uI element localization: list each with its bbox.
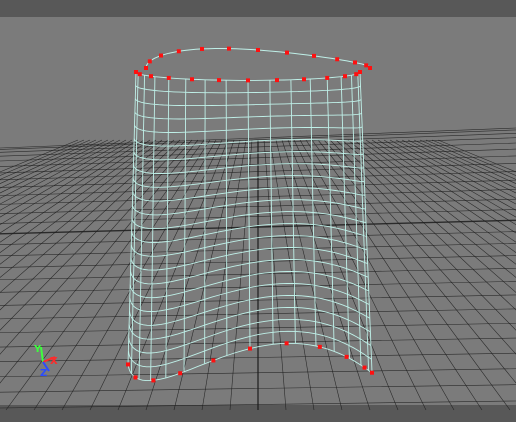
cv-point <box>274 78 279 83</box>
cv-point <box>200 46 204 51</box>
cv-point <box>134 70 138 74</box>
cv-point <box>335 57 340 62</box>
cv-point <box>325 75 330 80</box>
cv-point <box>256 48 260 52</box>
cv-point <box>302 77 306 82</box>
grid-line <box>359 139 516 253</box>
grid-line <box>0 139 193 355</box>
grid-line <box>0 139 79 173</box>
cv-point <box>362 365 367 370</box>
cv-point <box>284 341 289 346</box>
cv-point <box>144 66 148 70</box>
cv-point <box>246 78 250 83</box>
grid-line <box>0 139 115 199</box>
grid-line <box>0 139 139 226</box>
view-axis-indicator: Y X Z <box>33 344 58 379</box>
cv-point <box>217 78 222 83</box>
viewport-window: Y X Z <box>0 0 516 422</box>
cv-point <box>126 362 130 367</box>
grid-line <box>5 139 205 411</box>
grid-line <box>287 139 399 411</box>
surface-isoparm-v <box>359 71 373 373</box>
grid-line <box>263 139 287 411</box>
cv-point <box>176 49 181 54</box>
cv-point <box>284 50 289 55</box>
axis-y-label: Y <box>33 344 42 355</box>
cv-point <box>354 72 359 77</box>
cv-point <box>248 346 252 351</box>
axis-x-label: X <box>50 356 58 367</box>
cv-point <box>358 70 362 74</box>
viewport-canvas[interactable]: Y X Z <box>0 0 516 422</box>
cv-point <box>190 77 194 82</box>
cv-point <box>342 74 347 79</box>
axis-y-line <box>40 346 44 363</box>
cv-point <box>211 358 216 363</box>
cv-point <box>133 375 138 380</box>
cv-point <box>368 66 372 70</box>
cv-point <box>149 74 154 79</box>
axis-z-label: Z <box>40 368 47 379</box>
grid-line <box>311 139 511 411</box>
cv-point <box>312 53 316 58</box>
cv-point <box>364 63 369 68</box>
cv-point <box>317 344 322 349</box>
grid-line <box>269 139 315 411</box>
ground-grid <box>0 127 516 411</box>
cv-point <box>159 53 164 58</box>
cv-point <box>147 59 152 64</box>
cv-point <box>166 75 171 80</box>
cv-point <box>227 46 232 51</box>
cv-point <box>178 371 183 376</box>
grid-line <box>0 139 187 331</box>
grid-line <box>0 139 199 384</box>
cv-point <box>352 60 357 65</box>
grid-line <box>0 139 103 189</box>
cv-point <box>370 370 374 375</box>
cv-point <box>137 72 142 77</box>
cv-point <box>344 354 349 359</box>
cv-point <box>151 378 156 383</box>
grid-line <box>0 139 121 205</box>
